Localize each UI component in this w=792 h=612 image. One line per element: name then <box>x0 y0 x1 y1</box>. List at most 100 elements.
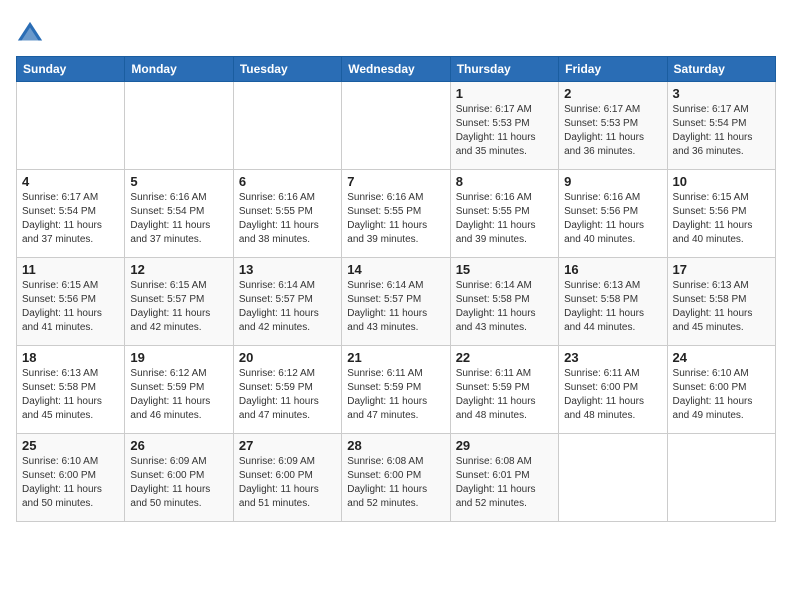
day-number: 19 <box>130 350 227 365</box>
calendar-cell <box>125 82 233 170</box>
day-info: Sunrise: 6:13 AM Sunset: 5:58 PM Dayligh… <box>564 279 661 335</box>
day-info: Sunrise: 6:13 AM Sunset: 5:58 PM Dayligh… <box>673 279 770 335</box>
day-number: 28 <box>347 438 444 453</box>
day-number: 25 <box>22 438 119 453</box>
calendar-cell: 15 Sunrise: 6:14 AM Sunset: 5:58 PM Dayli… <box>450 258 558 346</box>
day-number: 15 <box>456 262 553 277</box>
header-sunday: Sunday <box>17 57 125 82</box>
day-number: 26 <box>130 438 227 453</box>
calendar-cell: 29 Sunrise: 6:08 AM Sunset: 6:01 PM Dayli… <box>450 434 558 522</box>
day-info: Sunrise: 6:17 AM Sunset: 5:53 PM Dayligh… <box>564 103 661 159</box>
calendar-cell: 19 Sunrise: 6:12 AM Sunset: 5:59 PM Dayli… <box>125 346 233 434</box>
calendar-cell: 8 Sunrise: 6:16 AM Sunset: 5:55 PM Daylig… <box>450 170 558 258</box>
logo <box>16 20 48 48</box>
calendar-cell: 13 Sunrise: 6:14 AM Sunset: 5:57 PM Dayli… <box>233 258 341 346</box>
calendar-cell: 27 Sunrise: 6:09 AM Sunset: 6:00 PM Dayli… <box>233 434 341 522</box>
day-number: 1 <box>456 86 553 101</box>
logo-icon <box>16 20 44 48</box>
day-info: Sunrise: 6:16 AM Sunset: 5:54 PM Dayligh… <box>130 191 227 247</box>
calendar-cell: 9 Sunrise: 6:16 AM Sunset: 5:56 PM Daylig… <box>559 170 667 258</box>
day-number: 3 <box>673 86 770 101</box>
calendar-cell: 1 Sunrise: 6:17 AM Sunset: 5:53 PM Daylig… <box>450 82 558 170</box>
day-info: Sunrise: 6:16 AM Sunset: 5:55 PM Dayligh… <box>347 191 444 247</box>
calendar-cell: 12 Sunrise: 6:15 AM Sunset: 5:57 PM Dayli… <box>125 258 233 346</box>
day-info: Sunrise: 6:10 AM Sunset: 6:00 PM Dayligh… <box>673 367 770 423</box>
calendar-cell: 14 Sunrise: 6:14 AM Sunset: 5:57 PM Dayli… <box>342 258 450 346</box>
calendar-cell <box>559 434 667 522</box>
day-number: 11 <box>22 262 119 277</box>
day-number: 12 <box>130 262 227 277</box>
calendar-cell <box>17 82 125 170</box>
day-number: 24 <box>673 350 770 365</box>
day-info: Sunrise: 6:12 AM Sunset: 5:59 PM Dayligh… <box>239 367 336 423</box>
calendar-cell: 4 Sunrise: 6:17 AM Sunset: 5:54 PM Daylig… <box>17 170 125 258</box>
day-info: Sunrise: 6:11 AM Sunset: 6:00 PM Dayligh… <box>564 367 661 423</box>
header-friday: Friday <box>559 57 667 82</box>
calendar-cell: 21 Sunrise: 6:11 AM Sunset: 5:59 PM Dayli… <box>342 346 450 434</box>
day-info: Sunrise: 6:09 AM Sunset: 6:00 PM Dayligh… <box>239 455 336 511</box>
header-thursday: Thursday <box>450 57 558 82</box>
calendar-cell: 7 Sunrise: 6:16 AM Sunset: 5:55 PM Daylig… <box>342 170 450 258</box>
calendar-cell: 28 Sunrise: 6:08 AM Sunset: 6:00 PM Dayli… <box>342 434 450 522</box>
day-number: 10 <box>673 174 770 189</box>
day-info: Sunrise: 6:15 AM Sunset: 5:56 PM Dayligh… <box>673 191 770 247</box>
day-number: 14 <box>347 262 444 277</box>
header-monday: Monday <box>125 57 233 82</box>
day-info: Sunrise: 6:14 AM Sunset: 5:57 PM Dayligh… <box>239 279 336 335</box>
calendar-week-row: 1 Sunrise: 6:17 AM Sunset: 5:53 PM Daylig… <box>17 82 776 170</box>
calendar-week-row: 11 Sunrise: 6:15 AM Sunset: 5:56 PM Dayli… <box>17 258 776 346</box>
day-info: Sunrise: 6:08 AM Sunset: 6:00 PM Dayligh… <box>347 455 444 511</box>
day-info: Sunrise: 6:17 AM Sunset: 5:54 PM Dayligh… <box>673 103 770 159</box>
header-saturday: Saturday <box>667 57 775 82</box>
day-number: 21 <box>347 350 444 365</box>
calendar-cell: 20Sunrise: 6:12 AM Sunset: 5:59 PM Dayli… <box>233 346 341 434</box>
calendar-cell: 2Sunrise: 6:17 AM Sunset: 5:53 PM Daylig… <box>559 82 667 170</box>
day-number: 16 <box>564 262 661 277</box>
day-info: Sunrise: 6:12 AM Sunset: 5:59 PM Dayligh… <box>130 367 227 423</box>
day-number: 18 <box>22 350 119 365</box>
calendar-cell: 24 Sunrise: 6:10 AM Sunset: 6:00 PM Dayli… <box>667 346 775 434</box>
day-number: 7 <box>347 174 444 189</box>
day-number: 4 <box>22 174 119 189</box>
day-number: 29 <box>456 438 553 453</box>
calendar-week-row: 25 Sunrise: 6:10 AM Sunset: 6:00 PM Dayli… <box>17 434 776 522</box>
calendar-cell <box>667 434 775 522</box>
calendar-cell: 11 Sunrise: 6:15 AM Sunset: 5:56 PM Dayli… <box>17 258 125 346</box>
calendar-cell: 3 Sunrise: 6:17 AM Sunset: 5:54 PM Daylig… <box>667 82 775 170</box>
calendar-header-row: SundayMondayTuesdayWednesdayThursdayFrid… <box>17 57 776 82</box>
day-number: 6 <box>239 174 336 189</box>
day-number: 23 <box>564 350 661 365</box>
day-info: Sunrise: 6:16 AM Sunset: 5:55 PM Dayligh… <box>456 191 553 247</box>
day-number: 27 <box>239 438 336 453</box>
day-info: Sunrise: 6:16 AM Sunset: 5:55 PM Dayligh… <box>239 191 336 247</box>
day-info: Sunrise: 6:13 AM Sunset: 5:58 PM Dayligh… <box>22 367 119 423</box>
day-info: Sunrise: 6:17 AM Sunset: 5:53 PM Dayligh… <box>456 103 553 159</box>
calendar-cell: 23 Sunrise: 6:11 AM Sunset: 6:00 PM Dayli… <box>559 346 667 434</box>
day-info: Sunrise: 6:11 AM Sunset: 5:59 PM Dayligh… <box>456 367 553 423</box>
day-info: Sunrise: 6:15 AM Sunset: 5:57 PM Dayligh… <box>130 279 227 335</box>
calendar-cell: 6 Sunrise: 6:16 AM Sunset: 5:55 PM Daylig… <box>233 170 341 258</box>
day-info: Sunrise: 6:11 AM Sunset: 5:59 PM Dayligh… <box>347 367 444 423</box>
day-info: Sunrise: 6:10 AM Sunset: 6:00 PM Dayligh… <box>22 455 119 511</box>
calendar-cell <box>342 82 450 170</box>
calendar-cell: 18 Sunrise: 6:13 AM Sunset: 5:58 PM Dayli… <box>17 346 125 434</box>
day-info: Sunrise: 6:16 AM Sunset: 5:56 PM Dayligh… <box>564 191 661 247</box>
calendar-week-row: 4 Sunrise: 6:17 AM Sunset: 5:54 PM Daylig… <box>17 170 776 258</box>
day-info: Sunrise: 6:15 AM Sunset: 5:56 PM Dayligh… <box>22 279 119 335</box>
calendar-week-row: 18 Sunrise: 6:13 AM Sunset: 5:58 PM Dayli… <box>17 346 776 434</box>
day-info: Sunrise: 6:14 AM Sunset: 5:57 PM Dayligh… <box>347 279 444 335</box>
day-info: Sunrise: 6:09 AM Sunset: 6:00 PM Dayligh… <box>130 455 227 511</box>
day-info: Sunrise: 6:14 AM Sunset: 5:58 PM Dayligh… <box>456 279 553 335</box>
day-number: 5 <box>130 174 227 189</box>
header-tuesday: Tuesday <box>233 57 341 82</box>
day-number: 8 <box>456 174 553 189</box>
calendar-cell: 22Sunrise: 6:11 AM Sunset: 5:59 PM Dayli… <box>450 346 558 434</box>
calendar-cell: 16 Sunrise: 6:13 AM Sunset: 5:58 PM Dayli… <box>559 258 667 346</box>
day-info: Sunrise: 6:08 AM Sunset: 6:01 PM Dayligh… <box>456 455 553 511</box>
calendar-table: SundayMondayTuesdayWednesdayThursdayFrid… <box>16 56 776 522</box>
day-info: Sunrise: 6:17 AM Sunset: 5:54 PM Dayligh… <box>22 191 119 247</box>
day-number: 9 <box>564 174 661 189</box>
day-number: 13 <box>239 262 336 277</box>
page-header <box>16 16 776 48</box>
header-wednesday: Wednesday <box>342 57 450 82</box>
